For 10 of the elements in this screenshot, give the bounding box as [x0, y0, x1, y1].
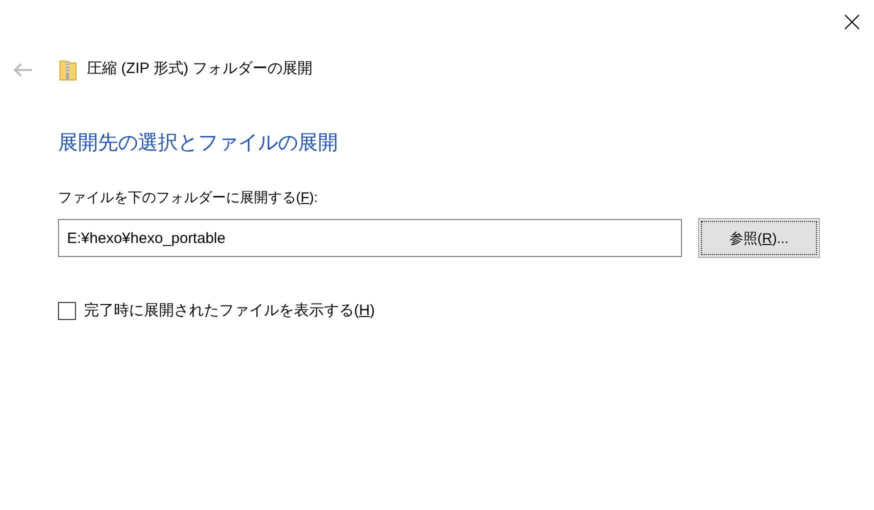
window-title: 圧縮 (ZIP 形式) フォルダーの展開	[87, 59, 313, 80]
checkbox[interactable]	[58, 302, 76, 320]
field-label: ファイルを下のフォルダーに展開する(F):	[58, 188, 319, 207]
back-arrow-icon	[13, 62, 33, 76]
close-icon	[844, 14, 860, 30]
browse-button[interactable]: 参照(R)...	[698, 218, 820, 258]
zip-folder-icon	[59, 58, 77, 80]
destination-field[interactable]: E:¥hexo¥hexo_portable	[58, 219, 682, 257]
page-heading: 展開先の選択とファイルの展開	[58, 131, 339, 156]
checkbox-label[interactable]: 完了時に展開されたファイルを表示する(H)	[84, 300, 375, 322]
